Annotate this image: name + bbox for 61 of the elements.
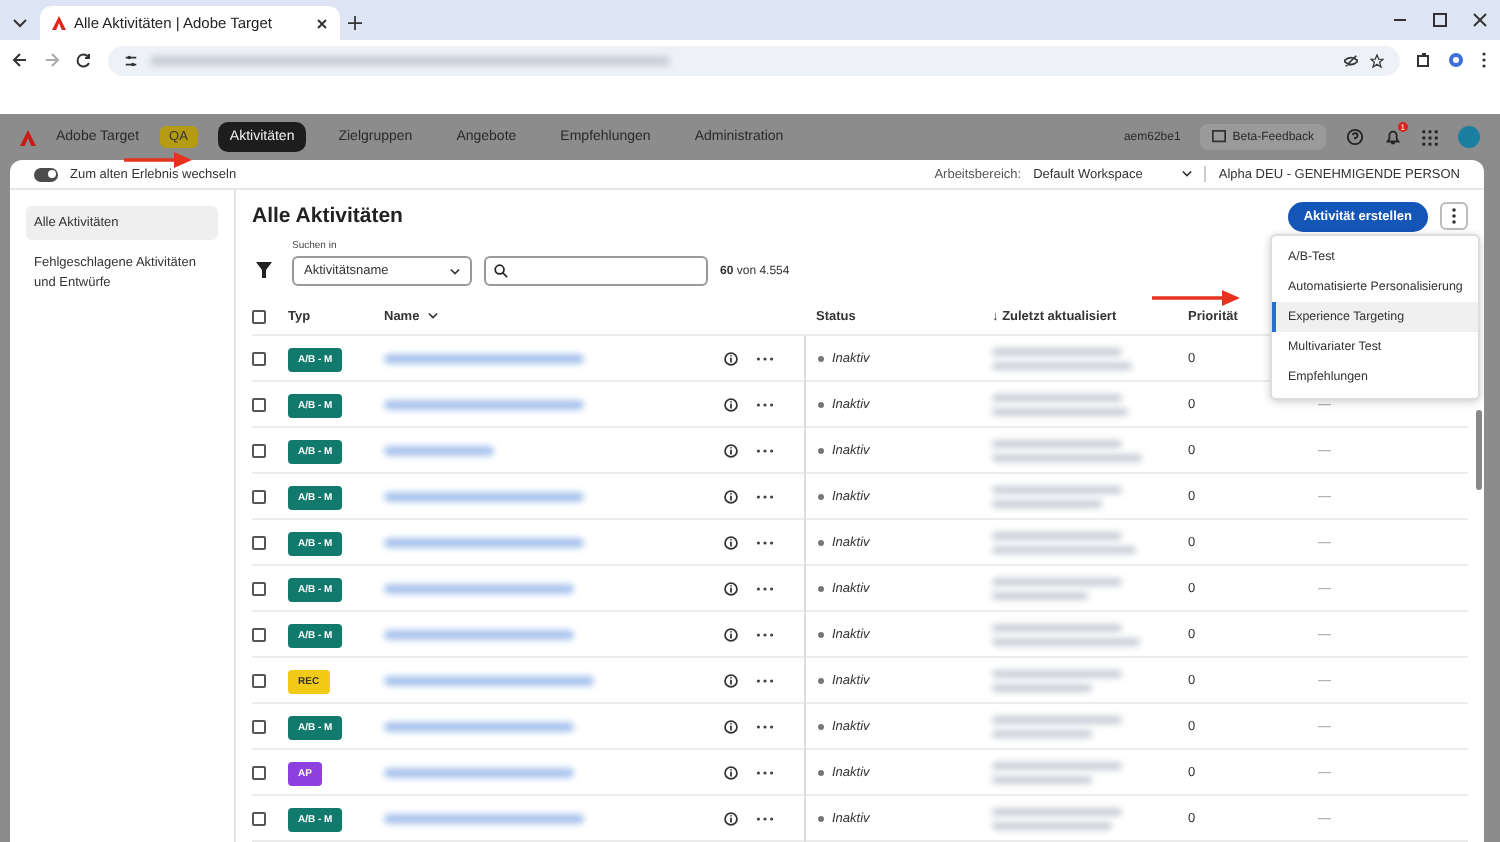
row-checkbox[interactable]: [252, 444, 266, 458]
maximize-icon[interactable]: [1432, 12, 1448, 28]
select-all-checkbox[interactable]: [252, 309, 266, 323]
info-icon[interactable]: [724, 352, 738, 366]
close-icon[interactable]: [316, 17, 328, 29]
adobe-logo-icon: [20, 129, 36, 145]
reload-icon[interactable]: [76, 52, 92, 68]
chevron-down-icon: [1182, 170, 1193, 178]
info-icon[interactable]: [724, 766, 738, 780]
close-icon[interactable]: [1472, 12, 1488, 28]
search-field[interactable]: [484, 256, 708, 286]
toggle-switch[interactable]: [34, 167, 58, 181]
new-tab-icon[interactable]: [348, 16, 362, 30]
annotation-arrow: [124, 150, 192, 170]
more-actions-icon[interactable]: [756, 724, 774, 730]
filter-icon[interactable]: [256, 262, 272, 278]
profile-icon[interactable]: [1448, 52, 1464, 68]
annotation-arrow: [1152, 288, 1240, 308]
info-icon[interactable]: [724, 720, 738, 734]
more-actions-icon[interactable]: [756, 816, 774, 822]
adobe-icon: [52, 16, 66, 30]
extensions-icon[interactable]: [1416, 52, 1432, 68]
chevron-down-icon: [450, 267, 460, 275]
info-icon[interactable]: [724, 444, 738, 458]
row-checkbox[interactable]: [252, 720, 266, 734]
row-checkbox[interactable]: [252, 766, 266, 780]
more-actions-icon[interactable]: [756, 356, 774, 362]
info-icon[interactable]: [724, 628, 738, 642]
more-actions-icon[interactable]: [756, 586, 774, 592]
help-icon[interactable]: [1346, 128, 1364, 146]
row-checkbox[interactable]: [252, 628, 266, 642]
row-checkbox[interactable]: [252, 812, 266, 826]
row-checkbox[interactable]: [252, 398, 266, 412]
back-icon[interactable]: [12, 52, 28, 68]
scrollbar[interactable]: [1476, 410, 1482, 490]
tab-search-icon[interactable]: [12, 14, 28, 30]
more-actions-icon[interactable]: [756, 402, 774, 408]
more-actions-icon[interactable]: [756, 678, 774, 684]
row-checkbox[interactable]: [252, 674, 266, 688]
info-icon[interactable]: [724, 674, 738, 688]
info-icon[interactable]: [724, 536, 738, 550]
row-checkbox[interactable]: [252, 352, 266, 366]
more-icon[interactable]: [1480, 52, 1488, 68]
search-icon: [494, 264, 508, 278]
row-checkbox[interactable]: [252, 490, 266, 504]
more-button[interactable]: [1440, 202, 1468, 230]
more-actions-icon[interactable]: [756, 632, 774, 638]
page-title: Alle Aktivitäten: [252, 204, 405, 228]
more-actions-icon[interactable]: [756, 448, 774, 454]
apps-grid-icon[interactable]: [1422, 129, 1438, 145]
info-icon[interactable]: [724, 398, 738, 412]
feedback-icon: [1212, 130, 1227, 144]
chevron-down-icon: [427, 312, 438, 320]
more-actions-icon[interactable]: [756, 540, 774, 546]
info-icon[interactable]: [724, 582, 738, 596]
info-icon[interactable]: [724, 812, 738, 826]
info-icon[interactable]: [724, 490, 738, 504]
row-checkbox[interactable]: [252, 536, 266, 550]
row-checkbox[interactable]: [252, 582, 266, 596]
more-actions-icon[interactable]: [756, 494, 774, 500]
more-actions-icon[interactable]: [756, 770, 774, 776]
